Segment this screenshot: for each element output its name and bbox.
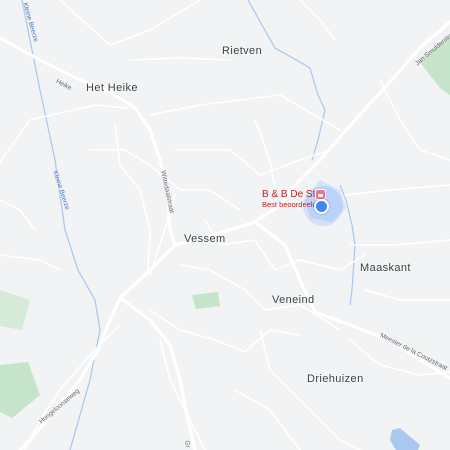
water-pond <box>390 428 420 450</box>
road-heike <box>0 36 177 247</box>
park-area-vessem <box>192 292 220 309</box>
street-label-gr: Gr <box>183 440 192 449</box>
poi-name[interactable]: B & B De Stijl <box>262 189 322 200</box>
poi-subtitle: Best beoordeeld <box>262 200 317 209</box>
map-canvas[interactable]: Rietven Het Heike Vessem Maaskant Venein… <box>0 0 450 450</box>
place-label-driehuizen[interactable]: Driehuizen <box>307 373 364 385</box>
place-label-maaskant[interactable]: Maaskant <box>360 262 411 274</box>
map-base-layer <box>0 0 450 450</box>
place-label-het-heike[interactable]: Het Heike <box>86 82 138 94</box>
road-gr <box>118 296 197 450</box>
park-area-southwest <box>0 362 40 418</box>
place-label-rietven[interactable]: Rietven <box>222 45 262 57</box>
place-label-veneind[interactable]: Veneind <box>272 294 315 306</box>
place-label-vessem[interactable]: Vessem <box>184 233 226 245</box>
minor-roads <box>0 0 450 450</box>
current-location-icon[interactable] <box>314 199 329 214</box>
park-area-west <box>0 290 30 330</box>
waterway-stream-north <box>247 0 326 161</box>
